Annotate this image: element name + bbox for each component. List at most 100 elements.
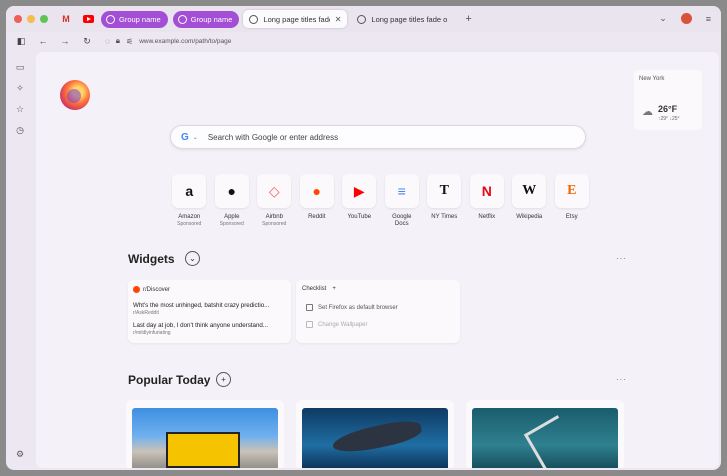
- navigation-toolbar: ◧ ← → ↻ ◌ 🔒︎ ⚟ www.example.com/path/to/p…: [6, 32, 721, 50]
- google-docs-icon: ≡: [397, 183, 406, 199]
- shortcut-label: YouTube: [347, 214, 372, 220]
- subreddit-name[interactable]: r/Discover: [143, 287, 170, 293]
- site-settings-icon[interactable]: ⚟: [126, 37, 133, 46]
- close-tab-icon[interactable]: ✕: [335, 15, 342, 24]
- add-item-plus-icon[interactable]: +: [332, 286, 336, 292]
- story-card[interactable]: [466, 400, 624, 468]
- shortcut-etsy[interactable]: E Etsy: [551, 174, 594, 228]
- checklist-item-label: Set Firefox as default browser: [318, 304, 398, 311]
- shortcuts-grid: a Amazon Sponsored ● Apple Sponsored ◇ A…: [168, 174, 593, 228]
- tab-list-chevron-icon[interactable]: ⌄: [659, 13, 667, 24]
- tab-active[interactable]: Long page titles fade o ✕: [243, 10, 348, 28]
- search-input[interactable]: G ⌄ Search with Google or enter address: [170, 125, 586, 149]
- account-avatar[interactable]: [680, 13, 692, 24]
- shortcut-label: Apple: [224, 214, 240, 220]
- shortcut-youtube[interactable]: ▶ YouTube: [338, 174, 381, 228]
- shortcut-google-docs[interactable]: ≡ Google Docs: [381, 174, 424, 228]
- tabstrip-right-controls: ⌄ ≡: [659, 13, 711, 24]
- reddit-widget-card: r/Discover Wht's the most unhinged, bats…: [128, 280, 291, 343]
- tab-strip: M Group name Group name Long page titles…: [6, 6, 721, 32]
- widgets-more-icon[interactable]: ···: [616, 254, 627, 263]
- tab-title: Long page titles fade o: [371, 14, 448, 24]
- story-card[interactable]: [126, 400, 284, 468]
- sidebar: ▭ ✧ ☆ ◷ ⚙: [6, 52, 34, 470]
- checklist-item-label: Change Wallpaper: [318, 321, 368, 328]
- shortcut-sponsored: Sponsored: [177, 221, 202, 227]
- shortcut-airbnb[interactable]: ◇ Airbnb Sponsored: [253, 174, 296, 228]
- shield-icon[interactable]: ◌: [105, 37, 110, 46]
- url-text[interactable]: www.example.com/path/to/page: [139, 38, 231, 45]
- globe-icon: [357, 14, 367, 24]
- close-window-button[interactable]: [14, 15, 22, 23]
- back-icon[interactable]: ←: [37, 36, 49, 46]
- weather-temperature: 26°F: [658, 104, 678, 114]
- google-icon[interactable]: G: [181, 132, 189, 143]
- pinned-tab-gmail[interactable]: M: [58, 11, 74, 27]
- minimize-window-button[interactable]: [27, 15, 35, 23]
- shortcut-apple[interactable]: ● Apple Sponsored: [211, 174, 254, 228]
- sidebar-ai-icon[interactable]: ✧: [16, 83, 24, 94]
- shortcut-netflix[interactable]: N Netflix: [466, 174, 509, 228]
- checkbox[interactable]: [306, 321, 313, 328]
- shortcut-reddit[interactable]: ● Reddit: [296, 174, 339, 228]
- sidebar-tabs-icon[interactable]: ▭: [16, 62, 25, 73]
- sidebar-history-icon[interactable]: ◷: [16, 125, 24, 136]
- shortcut-wikipedia[interactable]: W Wikipedia: [508, 174, 551, 228]
- tab-group-2[interactable]: Group name: [172, 10, 240, 28]
- gmail-icon: M: [62, 14, 70, 24]
- new-tab-page: New York ☁ 26°F ↑29° ↓25° G ⌄ Search wit…: [36, 52, 719, 468]
- tab-group-1[interactable]: Group name: [101, 10, 168, 28]
- address-bar[interactable]: ◌ 🔒︎ ⚟ www.example.com/path/to/page: [105, 36, 231, 46]
- pinned-tab-youtube[interactable]: [80, 11, 96, 27]
- shortcut-nytimes[interactable]: T NY Times: [423, 174, 466, 228]
- shortcut-label: Google Docs: [392, 214, 412, 227]
- sidebar-settings-gear-icon[interactable]: ⚙: [16, 449, 24, 460]
- lock-icon: 🔒︎: [115, 36, 121, 45]
- sidebar-toggle-icon[interactable]: ◧: [15, 36, 27, 47]
- story-card[interactable]: [296, 400, 454, 468]
- youtube-icon: [82, 15, 94, 23]
- youtube-icon: ▶: [353, 182, 365, 199]
- reddit-widget-header: r/Discover: [133, 286, 170, 293]
- post-title[interactable]: Wht's the most unhinged, batshit crazy p…: [133, 302, 287, 309]
- wikipedia-icon: W: [522, 183, 537, 198]
- window-controls: [14, 15, 48, 23]
- sidebar-bookmarks-icon[interactable]: ☆: [16, 104, 24, 115]
- new-tab-button[interactable]: +: [465, 13, 471, 25]
- checklist-title: Checklist: [302, 286, 327, 292]
- shortcut-amazon[interactable]: a Amazon Sponsored: [168, 174, 211, 228]
- weather-high-low: ↑29° ↓25°: [658, 116, 680, 122]
- chevron-down-icon[interactable]: ⌄: [193, 134, 198, 141]
- shortcut-tile: W: [512, 174, 547, 208]
- shortcut-tile: ≡: [384, 174, 419, 208]
- forward-icon[interactable]: →: [59, 36, 71, 46]
- weather-widget[interactable]: New York ☁ 26°F ↑29° ↓25°: [634, 70, 702, 130]
- post-subreddit: r/AskReddit: [133, 310, 159, 316]
- shortcut-label: Netflix: [478, 214, 496, 220]
- shortcut-label: Amazon: [178, 214, 201, 220]
- maximize-window-button[interactable]: [40, 15, 48, 23]
- shortcut-tile: a: [172, 174, 207, 208]
- reload-icon[interactable]: ↻: [81, 36, 93, 47]
- search-placeholder: Search with Google or enter address: [207, 132, 339, 142]
- amazon-icon: a: [185, 183, 194, 199]
- story-image-whale: [302, 408, 448, 468]
- popular-today-add-icon[interactable]: +: [216, 372, 231, 387]
- weather-city: New York: [639, 76, 665, 82]
- apple-icon: ●: [227, 183, 236, 199]
- shortcut-label: NY Times: [431, 214, 458, 220]
- shortcut-sponsored: Sponsored: [219, 221, 244, 227]
- tab-inactive[interactable]: Long page titles fade o: [351, 10, 455, 28]
- popular-more-icon[interactable]: ···: [616, 375, 627, 384]
- shortcut-label: Airbnb: [265, 214, 283, 220]
- checklist-item[interactable]: Set Firefox as default browser: [306, 304, 398, 311]
- widgets-collapse-chevron-icon[interactable]: ⌄: [185, 251, 200, 266]
- shortcut-tile: ▶: [342, 174, 377, 208]
- checkbox[interactable]: [306, 304, 313, 311]
- menu-icon[interactable]: ≡: [706, 14, 711, 24]
- checklist-item[interactable]: Change Wallpaper: [306, 321, 367, 328]
- post-title[interactable]: Last day at job, I don't think anyone un…: [133, 322, 287, 329]
- tab-group-label: Group name: [190, 14, 233, 24]
- shortcut-tile: ●: [214, 174, 249, 208]
- group-icon: [177, 14, 187, 24]
